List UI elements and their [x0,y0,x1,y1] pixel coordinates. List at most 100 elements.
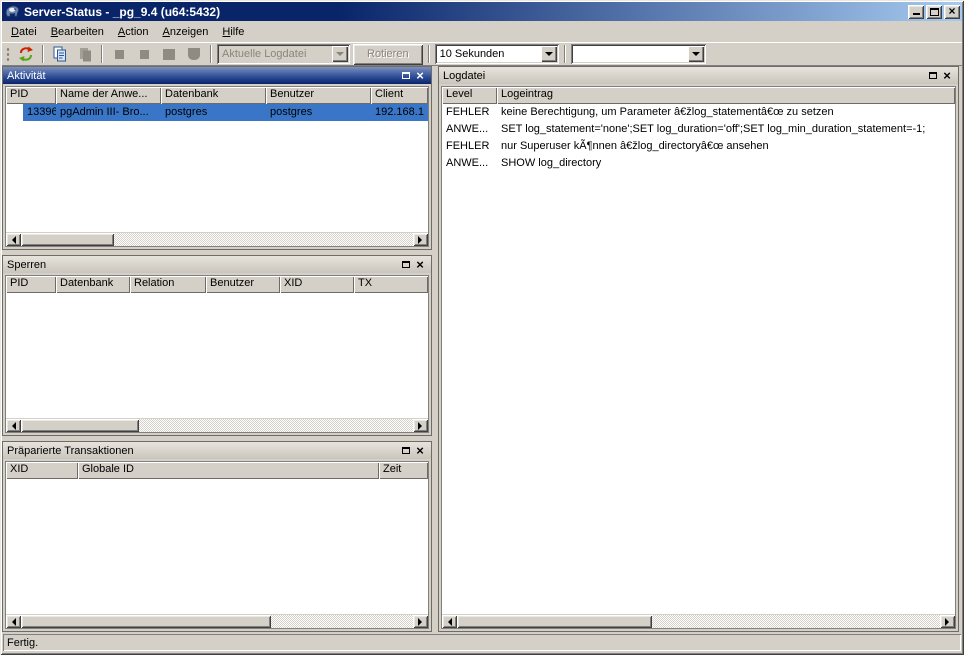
activity-list: PID Name der Anwe... Datenbank Benutzer … [5,86,429,247]
logfile-hscrollbar[interactable] [442,614,955,628]
prepared-close-button[interactable]: × [413,444,427,457]
scrollbar-thumb[interactable] [21,615,271,628]
close-icon: × [416,259,424,270]
close-button[interactable]: × [944,5,960,19]
log-row[interactable]: ANWE... SET log_statement='none';SET log… [442,121,955,138]
locks-caption: Sperren × [3,256,431,273]
restore-icon [402,447,410,454]
cell-level: ANWE... [442,155,497,172]
column-header-logentry[interactable]: Logeintrag [497,87,955,104]
scroll-right-button[interactable] [940,615,955,628]
logfile-title: Logdatei [443,70,926,82]
prepared-hscrollbar[interactable] [6,614,428,628]
cell-appname: pgAdmin III- Bro... [56,104,161,121]
menu-datei[interactable]: Datei [4,24,44,40]
copy-icon [52,46,68,62]
column-header-relation[interactable]: Relation [130,276,206,293]
scrollbar-track[interactable] [21,233,413,246]
column-header-xid[interactable]: XID [6,462,78,479]
scrollbar-thumb[interactable] [457,615,652,628]
window-title: Server-Status - _pg_9.4 (u64:5432) [24,5,908,19]
minimize-icon [913,7,920,15]
logfile-close-button[interactable]: × [940,69,954,82]
scroll-right-button[interactable] [413,615,428,628]
commit-transaction-button [158,44,180,64]
cell-logentry: keine Berechtigung, um Parameter â€žlog_… [497,104,955,121]
logfile-combo: Aktuelle Logdatei [217,44,350,64]
cell-logentry: SET log_statement='none';SET log_duratio… [497,121,955,138]
toolbar-grip[interactable] [6,46,10,62]
custom-combo[interactable] [571,44,706,64]
activity-row-selected[interactable]: 13396 pgAdmin III- Bro... postgres postg… [6,104,428,121]
terminate-backend-icon [140,50,149,59]
column-header-user[interactable]: Benutzer [266,87,371,104]
arrow-right-icon [945,618,953,626]
scrollbar-track[interactable] [457,615,940,628]
scroll-left-button[interactable] [6,233,21,246]
scrollbar-track[interactable] [21,419,413,432]
prepared-restore-button[interactable] [399,444,413,457]
menu-action[interactable]: Action [111,24,156,40]
copy-button[interactable] [49,44,71,64]
cancel-query-icon [115,50,124,59]
column-header-tx[interactable]: TX [354,276,428,293]
prepared-header-row: XID Globale ID Zeit [6,462,428,479]
scroll-left-button[interactable] [442,615,457,628]
refresh-icon [18,46,34,62]
activity-hscrollbar[interactable] [6,232,428,246]
scrollbar-thumb[interactable] [21,233,114,246]
log-row[interactable]: ANWE... SHOW log_directory [442,155,955,172]
column-header-pid[interactable]: PID [6,276,56,293]
restore-icon [929,72,937,79]
scroll-right-button[interactable] [413,419,428,432]
menu-anzeigen[interactable]: Anzeigen [156,24,216,40]
titlebar[interactable]: Server-Status - _pg_9.4 (u64:5432) × [2,2,962,21]
refresh-button[interactable] [15,44,37,64]
log-row[interactable]: FEHLER nur Superuser kÃ¶nnen â€žlog_dire… [442,138,955,155]
arrow-left-icon [8,236,16,244]
locks-panel: Sperren × PID Datenbank Relation Benutze… [2,255,432,436]
cell-level: ANWE... [442,121,497,138]
locks-close-button[interactable]: × [413,258,427,271]
cell-user: postgres [266,104,371,121]
column-header-xid[interactable]: XID [280,276,354,293]
refresh-interval-dropdown[interactable] [541,46,557,62]
column-header-database[interactable]: Datenbank [56,276,130,293]
logfile-combo-value: Aktuelle Logdatei [219,46,332,62]
refresh-interval-combo[interactable]: 10 Sekunden [435,44,559,64]
scroll-right-button[interactable] [413,233,428,246]
statusbar: Fertig. [2,632,962,653]
menu-bearbeiten[interactable]: Bearbeiten [44,24,111,40]
logfile-panel: Logdatei × Level Logeintrag FEHLER keine… [438,66,959,632]
activity-close-button[interactable]: × [413,69,427,82]
locks-restore-button[interactable] [399,258,413,271]
scroll-left-button[interactable] [6,615,21,628]
toolbar-separator [428,45,430,63]
prepared-caption: Präparierte Transaktionen × [3,442,431,459]
maximize-button[interactable] [926,5,942,19]
minimize-button[interactable] [908,5,924,19]
locks-hscrollbar[interactable] [6,418,428,432]
activity-title: Aktivität [7,70,399,82]
scrollbar-thumb[interactable] [21,419,139,432]
right-column: Logdatei × Level Logeintrag FEHLER keine… [438,66,959,632]
refresh-interval-value: 10 Sekunden [437,46,541,62]
scrollbar-track[interactable] [21,615,413,628]
scroll-left-button[interactable] [6,419,21,432]
logfile-restore-button[interactable] [926,69,940,82]
column-header-level[interactable]: Level [442,87,497,104]
column-header-pid[interactable]: PID [6,87,56,104]
activity-restore-button[interactable] [399,69,413,82]
column-header-database[interactable]: Datenbank [161,87,266,104]
row-icon-gutter [6,104,23,121]
cell-level: FEHLER [442,104,497,121]
column-header-appname[interactable]: Name der Anwe... [56,87,161,104]
column-header-zeit[interactable]: Zeit [379,462,428,479]
column-header-client[interactable]: Client [371,87,428,104]
log-row[interactable]: FEHLER keine Berechtigung, um Parameter … [442,104,955,121]
menu-hilfe[interactable]: Hilfe [215,24,251,40]
logfile-list: Level Logeintrag FEHLER keine Berechtigu… [441,86,956,629]
column-header-globalid[interactable]: Globale ID [78,462,379,479]
custom-combo-dropdown[interactable] [688,46,704,62]
column-header-user[interactable]: Benutzer [206,276,280,293]
